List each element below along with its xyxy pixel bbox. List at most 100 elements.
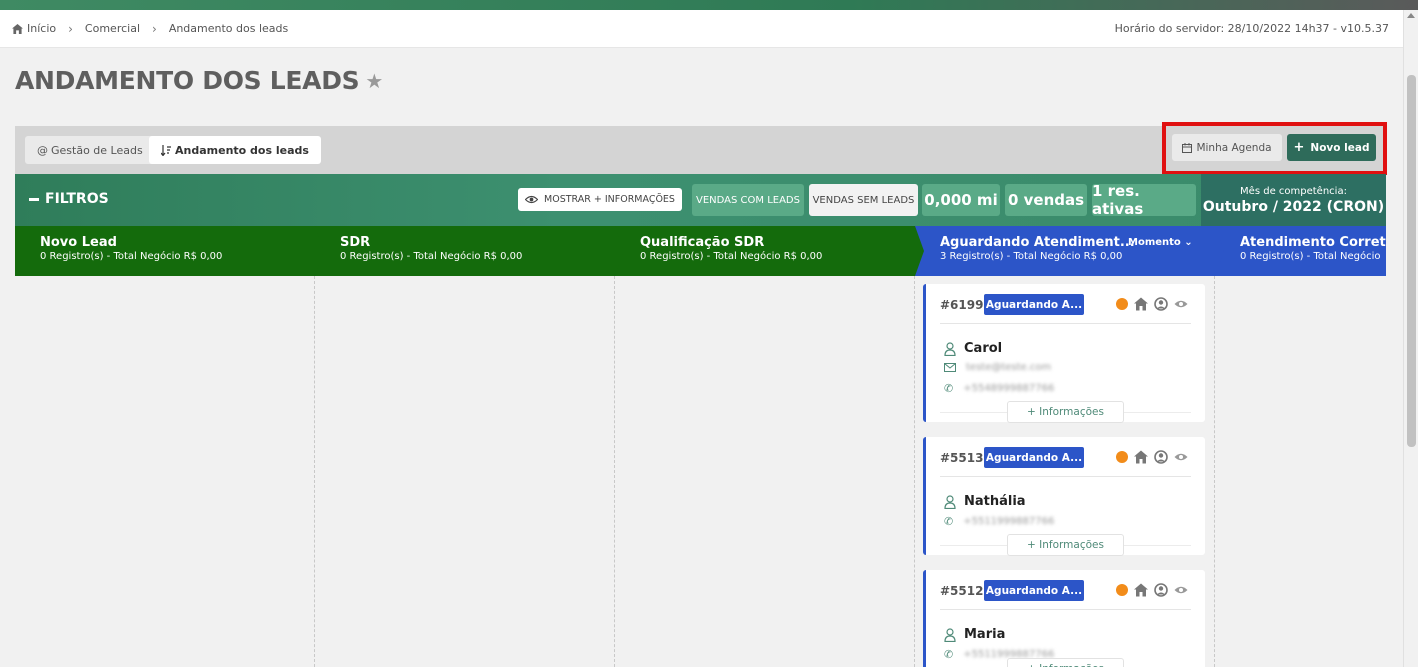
eye-icon[interactable]	[1174, 450, 1188, 464]
lead-phone: ✆ +5548999887766	[944, 382, 1054, 395]
stage-info: 0 Registro(s) - Total Negócio	[1240, 251, 1381, 262]
stage-qualificacao-sdr[interactable]: Qualificação SDR 0 Registro(s) - Total N…	[615, 226, 915, 276]
momento-dropdown[interactable]: Momento ⌄	[1128, 237, 1193, 248]
card-divider	[940, 323, 1191, 324]
stage-name: SDR	[340, 235, 371, 250]
vendas-sem-leads-button[interactable]: VENDAS SEM LEADS	[809, 184, 918, 216]
status-badge[interactable]: Aguardando A...	[984, 447, 1084, 468]
filters-toggle[interactable]: FILTROS	[29, 191, 109, 207]
card-actions	[1116, 450, 1188, 464]
eye-icon[interactable]	[1174, 297, 1188, 311]
breadcrumb-item-comercial[interactable]: Comercial	[85, 22, 140, 35]
status-badge[interactable]: Aguardando A...	[984, 294, 1084, 315]
more-info-button[interactable]: + Informações	[1007, 534, 1124, 556]
lead-name-text: Carol	[964, 341, 1003, 356]
total-mi-metric: 0,000 mi	[922, 184, 1000, 216]
res-ativas-metric: 1 res. ativas	[1092, 182, 1196, 218]
lead-card[interactable]: #5513 Aguardando A... Nathália ✆ +551199…	[923, 437, 1205, 556]
competencia-label: Mês de competência:	[1240, 186, 1347, 197]
breadcrumb-home-label: Início	[27, 22, 57, 35]
card-divider	[940, 609, 1191, 610]
tab-andamento-dos-leads[interactable]: Andamento dos leads	[149, 136, 321, 164]
home-icon[interactable]	[1134, 297, 1148, 311]
stage-novo-lead[interactable]: Novo Lead 0 Registro(s) - Total Negócio …	[15, 226, 315, 276]
phone-icon: ✆	[944, 648, 954, 661]
stage-arrow	[315, 226, 324, 276]
filters-bar: FILTROS MOSTRAR + INFORMAÇÕES VENDAS COM…	[15, 174, 1386, 226]
user-circle-icon[interactable]	[1154, 450, 1168, 464]
top-accent-bar	[0, 0, 1418, 10]
kanban-board: Novo Lead 0 Registro(s) - Total Negócio …	[15, 226, 1386, 667]
scrollbar-thumb[interactable]	[1407, 75, 1416, 447]
eye-icon	[525, 195, 539, 204]
more-info-button[interactable]: + Informações	[1007, 401, 1124, 423]
home-icon[interactable]	[1134, 450, 1148, 464]
home-icon[interactable]	[1134, 583, 1148, 597]
page-title-text: ANDAMENTO DOS LEADS	[15, 66, 360, 95]
status-badge[interactable]: Aguardando A...	[984, 580, 1084, 601]
scroll-up-icon[interactable]	[1407, 13, 1415, 18]
mostrar-informacoes-button[interactable]: MOSTRAR + INFORMAÇÕES	[518, 188, 682, 211]
mostrar-label: MOSTRAR + INFORMAÇÕES	[544, 194, 675, 205]
chevron-right-icon: ›	[152, 21, 157, 36]
vendas-com-leads-button[interactable]: VENDAS COM LEADS	[692, 184, 804, 216]
stage-arrow	[915, 226, 924, 276]
server-time: Horário do servidor: 28/10/2022 14h37 - …	[1114, 22, 1389, 35]
stage-name: Atendimento Corretor	[1240, 235, 1386, 250]
lead-phone-text: +5511999887766	[963, 516, 1055, 527]
stage-sdr[interactable]: SDR 0 Registro(s) - Total Negócio R$ 0,0…	[315, 226, 615, 276]
lead-name: Maria	[944, 627, 1005, 642]
at-icon: @	[37, 143, 48, 157]
status-dot-icon	[1116, 584, 1128, 596]
minus-icon	[29, 197, 39, 201]
minha-agenda-button[interactable]: Minha Agenda	[1172, 134, 1282, 161]
tab-andamento-label: Andamento dos leads	[175, 143, 309, 157]
user-icon	[944, 627, 956, 642]
breadcrumb-item-current: Andamento dos leads	[168, 22, 289, 35]
eye-icon[interactable]	[1174, 583, 1188, 597]
filters-title: FILTROS	[45, 191, 109, 207]
user-circle-icon[interactable]	[1154, 297, 1168, 311]
card-divider	[940, 476, 1191, 477]
stage-arrow	[615, 226, 624, 276]
stage-info: 0 Registro(s) - Total Negócio R$ 0,00	[640, 251, 823, 262]
lead-id: #5512	[940, 584, 984, 598]
lead-phone-text: +5548999887766	[963, 383, 1055, 394]
breadcrumb: Início › Comercial › Andamento dos leads…	[0, 10, 1403, 48]
user-circle-icon[interactable]	[1154, 583, 1168, 597]
momento-label: Momento	[1128, 237, 1181, 248]
home-icon	[12, 23, 23, 34]
tab-gestao-de-leads[interactable]: @ Gestão de Leads	[25, 136, 155, 164]
stage-aguardando-atendimento[interactable]: Aguardando Atendiment... 3 Registro(s) -…	[915, 226, 1215, 276]
sort-icon	[161, 144, 171, 156]
column-qualificacao-sdr	[615, 276, 915, 667]
breadcrumb-home[interactable]: Início	[12, 22, 56, 35]
stage-atendimento-corretor[interactable]: Atendimento Corretor 0 Registro(s) - Tot…	[1215, 226, 1386, 276]
user-icon	[944, 494, 956, 509]
column-sdr	[315, 276, 615, 667]
lead-id: #6199	[940, 298, 984, 312]
novo-lead-label: Novo lead	[1310, 141, 1370, 154]
lead-email: teste@teste.com	[944, 362, 1051, 373]
calendar-icon	[1182, 142, 1193, 153]
favorite-star-icon[interactable]: ★	[365, 69, 383, 93]
envelope-icon	[944, 363, 956, 372]
vendas-metric: 0 vendas	[1005, 184, 1087, 216]
lead-card[interactable]: #6199 Aguardando A... Carol teste@teste.…	[923, 284, 1205, 423]
novo-lead-button[interactable]: + Novo lead	[1287, 134, 1376, 161]
stage-name: Novo Lead	[40, 235, 117, 250]
status-dot-icon	[1116, 298, 1128, 310]
competencia-selector[interactable]: Mês de competência: Outubro / 2022 (CRON…	[1201, 174, 1386, 226]
page-scrollbar[interactable]	[1403, 10, 1418, 667]
minha-agenda-label: Minha Agenda	[1196, 141, 1272, 154]
plus-icon: +	[1293, 140, 1305, 155]
lead-id: #5513	[940, 451, 984, 465]
stage-arrow	[1215, 226, 1224, 276]
lead-name-text: Nathália	[964, 494, 1026, 509]
lead-card[interactable]: #5512 Aguardando A... Maria ✆ +551199988…	[923, 570, 1205, 667]
stage-info: 3 Registro(s) - Total Negócio R$ 0,00	[940, 251, 1123, 262]
chevron-down-icon: ⌄	[1184, 237, 1193, 248]
more-info-button[interactable]: + Informações	[1007, 658, 1124, 667]
lead-phone: ✆ +5511999887766	[944, 515, 1054, 528]
status-dot-icon	[1116, 451, 1128, 463]
